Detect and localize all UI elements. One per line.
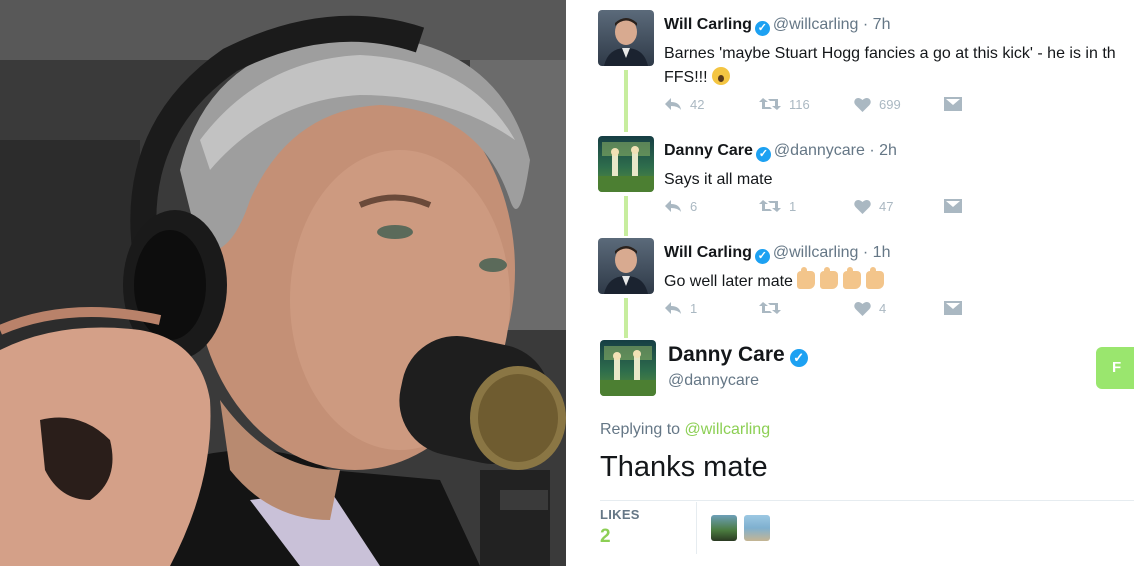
tweet-author-handle[interactable]: @dannycare: [774, 142, 865, 159]
like-count: 4: [879, 300, 887, 316]
verified-badge-icon: ✓: [789, 349, 808, 367]
like-button[interactable]: 4: [854, 298, 886, 318]
envelope-icon: [944, 97, 962, 111]
avatar-danny-care-large[interactable]: [600, 340, 656, 396]
liker-avatar[interactable]: [711, 515, 737, 541]
tweet-text: Says it all mate: [664, 168, 772, 192]
heart-icon: [854, 97, 871, 112]
tweet-timestamp[interactable]: · 1h: [863, 244, 891, 261]
commentator-photo-illustration: [0, 0, 566, 566]
reply-button[interactable]: 42: [664, 94, 704, 114]
like-button[interactable]: 699: [854, 94, 901, 114]
direct-message-button[interactable]: [944, 94, 962, 114]
reply-count: 1: [690, 300, 698, 316]
thumbs-up-icon: [797, 267, 816, 289]
tweet-author-name[interactable]: Will Carling: [664, 244, 752, 261]
retweet-button[interactable]: [759, 298, 789, 318]
focused-tweet-text: Thanks mate: [600, 451, 768, 483]
focused-author-name[interactable]: Danny Care ✓: [668, 343, 811, 367]
retweet-count: 1: [789, 198, 797, 214]
like-count: 47: [879, 198, 894, 214]
face-screaming-icon: [712, 67, 730, 85]
verified-badge-icon: ✓: [755, 147, 771, 162]
tweet-text-line: Go well later mate: [664, 273, 798, 290]
likes-divider: [696, 502, 697, 554]
tweet-text: Go well later mate: [664, 267, 889, 294]
divider: [600, 500, 1134, 501]
like-count: 699: [879, 96, 901, 112]
reply-icon: [665, 302, 681, 314]
verified-badge-icon: ✓: [754, 21, 770, 36]
envelope-icon: [944, 199, 962, 213]
tweet-header: Will Carling ✓ @willcarling · 1h: [664, 244, 890, 264]
twitter-thread-panel: Will Carling ✓ @willcarling · 7h Barnes 'm…: [566, 0, 1134, 566]
heart-icon: [854, 301, 871, 316]
retweet-icon: [759, 200, 781, 212]
direct-message-button[interactable]: [944, 196, 962, 216]
reply-icon: [665, 98, 681, 110]
retweet-count: 116: [789, 96, 810, 112]
retweet-icon: [759, 98, 781, 110]
reply-count: 6: [690, 198, 698, 214]
tweet-timestamp[interactable]: · 2h: [869, 142, 897, 159]
focused-author-name-text[interactable]: Danny Care: [668, 343, 785, 366]
commentator-photo: [0, 0, 566, 566]
thumbs-up-icon: [866, 267, 885, 289]
tweet-author-name[interactable]: Will Carling: [664, 16, 752, 33]
tweet-timestamp[interactable]: · 7h: [863, 16, 891, 33]
direct-message-button[interactable]: [944, 298, 962, 318]
reply-count: 42: [690, 96, 705, 112]
tweet-text-line: Says it all mate: [664, 171, 773, 188]
tweet-header: Will Carling ✓ @willcarling · 7h: [664, 16, 890, 36]
replying-to-handle-link[interactable]: @willcarling: [685, 421, 771, 438]
tweet-item[interactable]: Will Carling ✓ @willcarling · 1h Go well l…: [598, 238, 1134, 338]
reply-button[interactable]: 6: [664, 196, 697, 216]
thumbs-up-icon: [843, 267, 862, 289]
focused-author-handle[interactable]: @dannycare: [668, 372, 759, 390]
tweet-header: Danny Care ✓ @dannycare · 2h: [664, 142, 897, 162]
like-button[interactable]: 47: [854, 196, 893, 216]
follow-button[interactable]: F: [1096, 347, 1134, 389]
tweet-text: Barnes 'maybe Stuart Hogg fancies a go a…: [664, 42, 1116, 90]
retweet-button[interactable]: 116: [759, 94, 810, 114]
tweet-author-name[interactable]: Danny Care: [664, 142, 753, 159]
thumbs-up-icon: [820, 267, 839, 289]
avatar-will-carling[interactable]: [598, 238, 654, 294]
retweet-button[interactable]: 1: [759, 196, 796, 216]
replying-to-prefix: Replying to: [600, 421, 685, 438]
likes-count[interactable]: 2: [600, 526, 611, 548]
liker-avatar[interactable]: [744, 515, 770, 541]
replying-to-line: Replying to @willcarling: [600, 421, 770, 439]
verified-badge-icon: ✓: [754, 249, 770, 264]
tweet-item[interactable]: Danny Care ✓ @dannycare · 2h Says it all m…: [598, 136, 1134, 236]
likes-label: LIKES: [600, 507, 640, 522]
retweet-icon: [759, 302, 781, 314]
tweet-text-line: FFS!!!: [664, 69, 712, 86]
reply-icon: [665, 200, 681, 212]
heart-icon: [854, 199, 871, 214]
tweet-author-handle[interactable]: @willcarling: [773, 16, 859, 33]
reply-button[interactable]: 1: [664, 298, 697, 318]
avatar-danny-care[interactable]: [598, 136, 654, 192]
tweet-author-handle[interactable]: @willcarling: [773, 244, 859, 261]
avatar-will-carling[interactable]: [598, 10, 654, 66]
tweet-text-line: Barnes 'maybe Stuart Hogg fancies a go a…: [664, 45, 1116, 62]
tweet-item[interactable]: Will Carling ✓ @willcarling · 7h Barnes 'm…: [598, 10, 1134, 112]
envelope-icon: [944, 301, 962, 315]
